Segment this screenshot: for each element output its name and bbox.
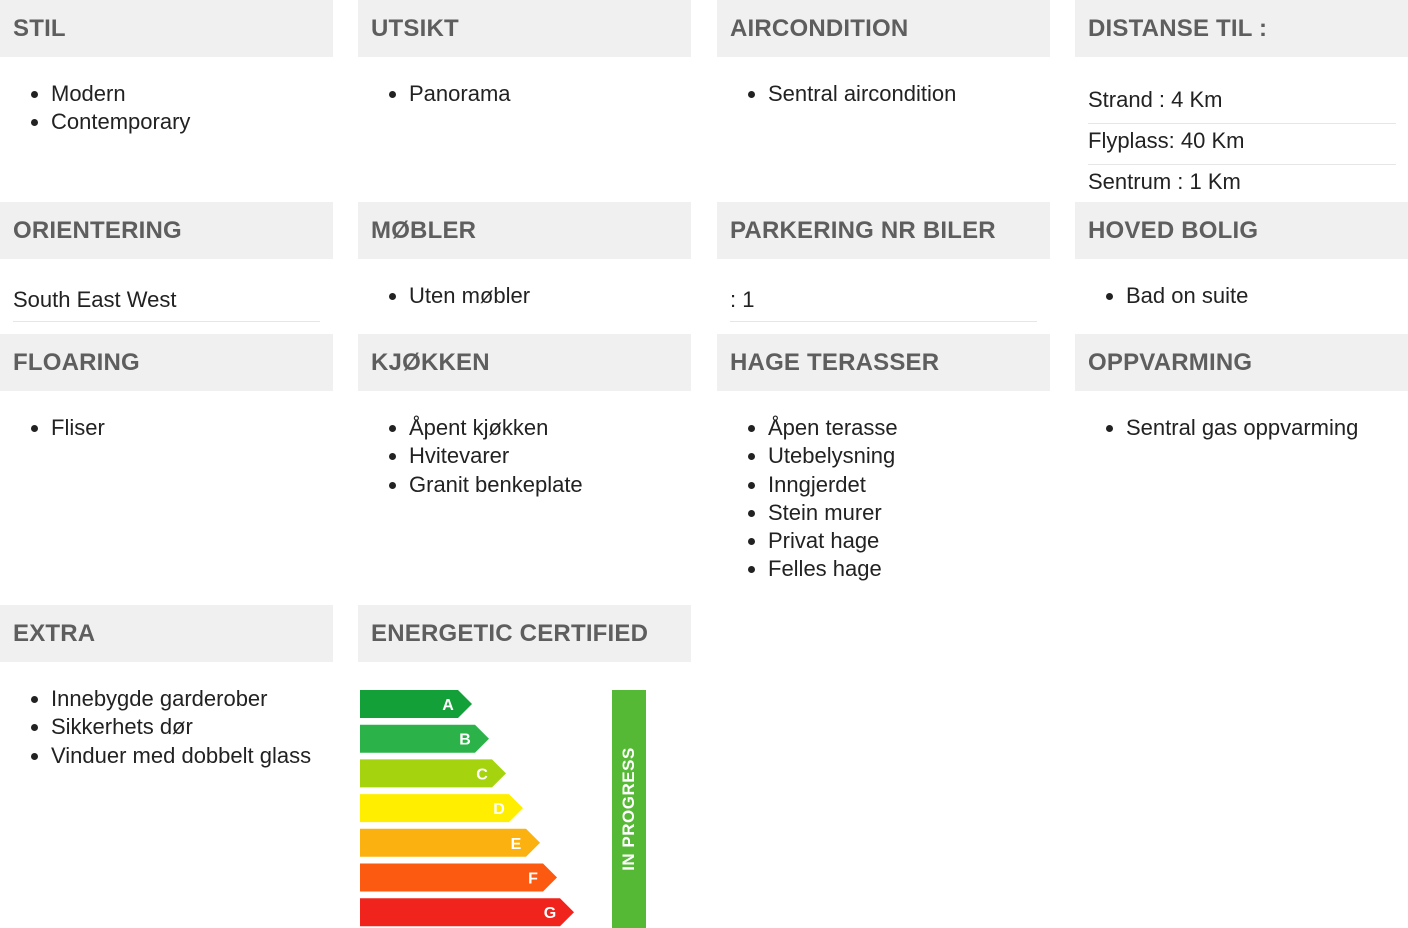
orientation-value: South East West: [13, 287, 320, 322]
section-title: EXTRA: [0, 605, 333, 662]
energy-class-bar: [360, 898, 574, 927]
list-item: Åpen terasse: [768, 414, 1050, 442]
energy-class-label: F: [528, 871, 538, 888]
list-item: Modern: [51, 80, 333, 108]
section-title: STIL: [0, 0, 333, 57]
section-title: UTSIKT: [358, 0, 691, 57]
distance-row: Flyplass: 40 Km: [1088, 124, 1396, 165]
section-kjokken: KJØKKEN Åpent kjøkken Hvitevarer Granit …: [358, 334, 691, 499]
section-stil: STIL Modern Contemporary: [0, 0, 333, 137]
parking-value: : 1: [730, 287, 1037, 322]
section-hoved-bolig: HOVED BOLIG Bad on suite: [1075, 202, 1408, 310]
energy-class-label: B: [459, 732, 471, 749]
list-item: Vinduer med dobbelt glass: [51, 742, 333, 770]
energy-class-c: C: [360, 759, 506, 788]
list-item: Sentral aircondition: [768, 80, 1050, 108]
section-utsikt: UTSIKT Panorama: [358, 0, 691, 108]
section-parkering: PARKERING NR BILER : 1: [717, 202, 1050, 322]
list-item: Stein murer: [768, 499, 1050, 527]
list-item: Inngjerdet: [768, 471, 1050, 499]
energy-class-label: D: [493, 801, 505, 818]
list-item: Utebelysning: [768, 442, 1050, 470]
item-list: Sentral aircondition: [717, 80, 1050, 108]
item-list: Åpen terasse Utebelysning Inngjerdet Ste…: [717, 414, 1050, 584]
section-distanse: DISTANSE TIL : Strand : 4 Km Flyplass: 4…: [1075, 0, 1408, 206]
list-item: Granit benkeplate: [409, 471, 691, 499]
section-title: ORIENTERING: [0, 202, 333, 259]
list-item: Felles hage: [768, 555, 1050, 583]
energy-class-label: E: [511, 836, 522, 853]
energy-class-g: G: [360, 898, 574, 927]
energy-class-b: B: [360, 724, 489, 753]
section-title: FLOARING: [0, 334, 333, 391]
list-item: Sentral gas oppvarming: [1126, 414, 1408, 442]
list-item: Privat hage: [768, 527, 1050, 555]
item-list: Åpent kjøkken Hvitevarer Granit benkepla…: [358, 414, 691, 499]
item-list: Sentral gas oppvarming: [1075, 414, 1408, 442]
section-title: OPPVARMING: [1075, 334, 1408, 391]
list-item: Innebygde garderober: [51, 685, 333, 713]
item-list: Innebygde garderober Sikkerhets dør Vind…: [0, 685, 333, 770]
list-item: Bad on suite: [1126, 282, 1408, 310]
list-item: Sikkerhets dør: [51, 713, 333, 741]
item-list: Panorama: [358, 80, 691, 108]
section-hage-terasser: HAGE TERASSER Åpen terasse Utebelysning …: [717, 334, 1050, 584]
list-item: Hvitevarer: [409, 442, 691, 470]
energy-class-label: A: [442, 697, 454, 714]
section-title: ENERGETIC CERTIFIED: [358, 605, 691, 662]
energy-status-label: IN PROGRESS: [619, 747, 638, 871]
section-title: KJØKKEN: [358, 334, 691, 391]
section-title: AIRCONDITION: [717, 0, 1050, 57]
list-item: Fliser: [51, 414, 333, 442]
section-extra: EXTRA Innebygde garderober Sikkerhets dø…: [0, 605, 333, 770]
energy-class-a: A: [360, 690, 472, 718]
energy-class-e: E: [360, 828, 540, 857]
list-item: Uten møbler: [409, 282, 691, 310]
item-list: Fliser: [0, 414, 333, 442]
section-title: HOVED BOLIG: [1075, 202, 1408, 259]
energy-class-f: F: [360, 863, 557, 892]
energy-class-d: D: [360, 794, 523, 823]
section-oppvarming: OPPVARMING Sentral gas oppvarming: [1075, 334, 1408, 442]
energy-class-label: C: [476, 766, 488, 783]
item-list: Uten møbler: [358, 282, 691, 310]
distance-row: Sentrum : 1 Km: [1088, 169, 1241, 194]
section-mobler: MØBLER Uten møbler: [358, 202, 691, 310]
energy-status-badge: IN PROGRESS: [612, 690, 646, 928]
section-title: DISTANSE TIL :: [1075, 0, 1408, 57]
section-aircondition: AIRCONDITION Sentral aircondition: [717, 0, 1050, 108]
distance-row: Strand : 4 Km: [1088, 83, 1396, 124]
section-title: PARKERING NR BILER: [717, 202, 1050, 259]
energy-class-bar: [360, 690, 472, 718]
energy-class-label: G: [544, 905, 556, 922]
list-item: Panorama: [409, 80, 691, 108]
section-title: HAGE TERASSER: [717, 334, 1050, 391]
list-item: Åpent kjøkken: [409, 414, 691, 442]
section-title: MØBLER: [358, 202, 691, 259]
section-energetic-certified: ENERGETIC CERTIFIED: [358, 605, 691, 662]
section-orientering: ORIENTERING South East West: [0, 202, 333, 322]
distance-list: Strand : 4 Km Flyplass: 40 Km Sentrum : …: [1088, 83, 1396, 206]
item-list: Modern Contemporary: [0, 80, 333, 137]
list-item: Contemporary: [51, 108, 333, 136]
item-list: Bad on suite: [1075, 282, 1408, 310]
section-floaring: FLOARING Fliser: [0, 334, 333, 442]
